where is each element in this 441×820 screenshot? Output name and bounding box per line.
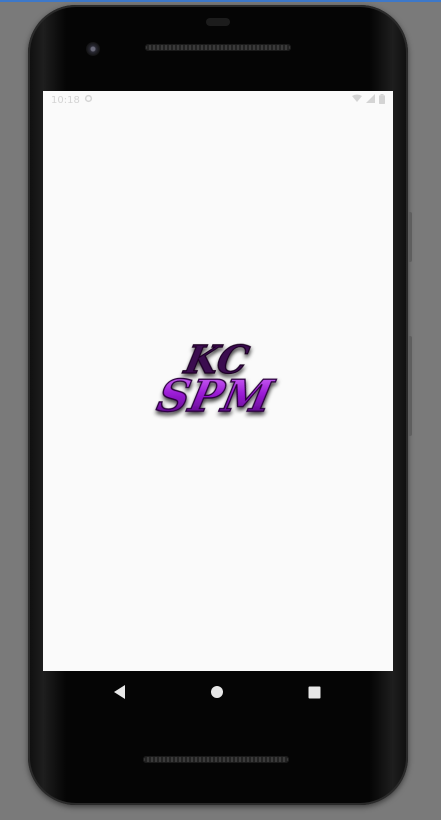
settings-gear-icon — [84, 94, 93, 106]
status-left-group: 10:18 — [51, 94, 93, 106]
bottom-speaker — [143, 756, 289, 763]
power-button[interactable] — [408, 212, 412, 262]
kcspm-logo: KC SPM — [152, 338, 280, 423]
window-accent-line — [0, 0, 441, 2]
back-triangle-icon[interactable] — [111, 683, 129, 701]
volume-rocker[interactable] — [408, 336, 412, 436]
signal-icon — [366, 94, 375, 106]
recents-square-icon[interactable] — [305, 683, 323, 701]
status-right-group — [352, 93, 385, 107]
earpiece-speaker — [145, 44, 291, 51]
home-circle-icon[interactable] — [208, 683, 226, 701]
proximity-sensor — [206, 18, 230, 26]
logo-line-spm: SPM — [153, 370, 279, 421]
status-bar: 10:18 — [43, 91, 393, 109]
device-screen[interactable]: 10:18 KC SPM — [43, 91, 393, 671]
navigation-bar — [43, 671, 393, 713]
front-camera-icon — [86, 42, 100, 56]
status-time: 10:18 — [51, 94, 80, 106]
battery-icon — [379, 93, 385, 107]
wifi-icon — [352, 94, 362, 106]
